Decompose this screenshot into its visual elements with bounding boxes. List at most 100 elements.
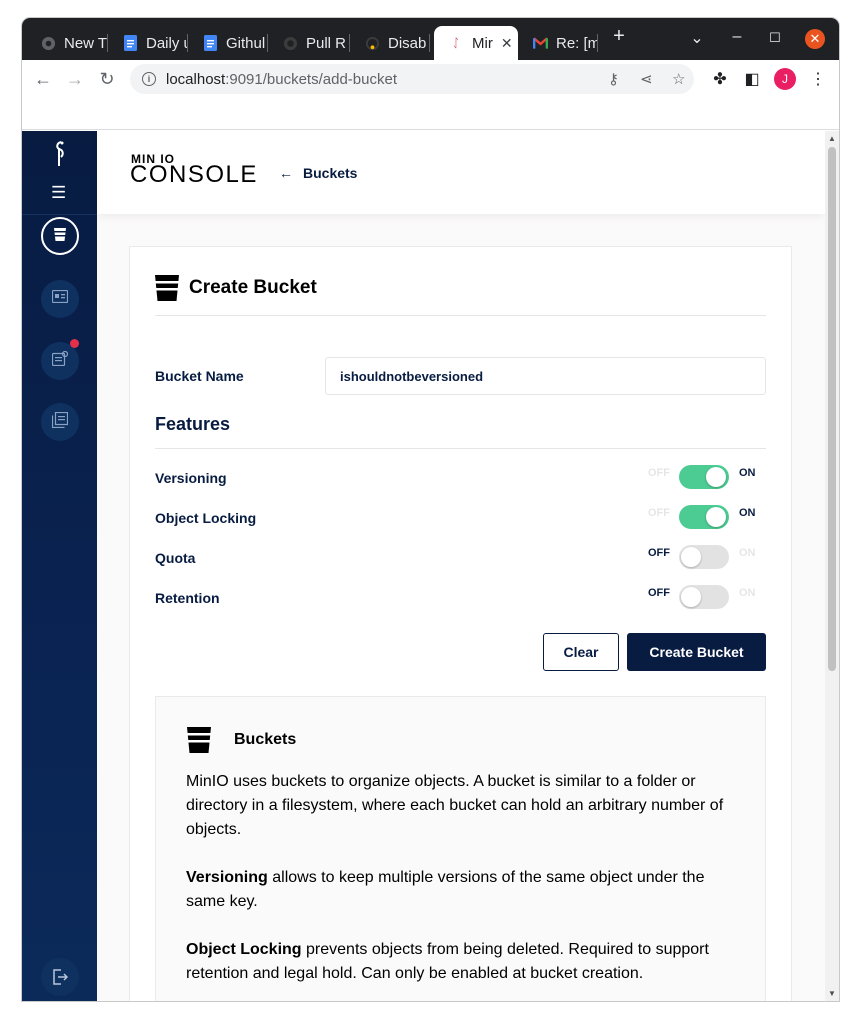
help-versioning-text: Versioning allows to keep multiple versi… — [186, 869, 705, 910]
back-to-buckets-link[interactable]: ← Buckets — [279, 165, 357, 181]
sidebar-divider — [22, 214, 97, 215]
sidebar-item-buckets[interactable] — [41, 217, 79, 255]
retention-label: Retention — [155, 590, 220, 606]
github-icon — [282, 35, 298, 51]
tab-title: Daily u — [146, 34, 188, 52]
features-divider — [155, 448, 766, 449]
tab-disable[interactable]: Disab — [350, 26, 430, 60]
retention-toggle-row: Retention OFF ON — [130, 585, 793, 611]
back-arrow-icon: ← — [279, 165, 293, 181]
features-heading: Features — [155, 414, 231, 434]
share-icon[interactable]: ⋖ — [640, 70, 653, 88]
menu-kebab-icon[interactable]: ⋮ — [808, 69, 828, 89]
sidebar-item-identity[interactable] — [41, 280, 79, 318]
new-tab-plus-icon[interactable]: + — [608, 25, 630, 48]
loading-icon — [364, 35, 380, 51]
tab-title: New T — [64, 34, 108, 52]
console-logo-text: CONSOLE — [130, 161, 258, 188]
toggle-off-label: OFF — [648, 507, 670, 519]
sidebar-item-documentation[interactable] — [41, 403, 79, 441]
site-info-icon[interactable]: i — [142, 72, 156, 86]
tab-pull-request[interactable]: Pull R — [268, 26, 350, 60]
tab-search-chevron-icon[interactable]: ⌄ — [686, 28, 708, 48]
versioning-label: Versioning — [155, 470, 227, 486]
window-close-icon[interactable]: ✕ — [805, 29, 825, 49]
quota-label: Quota — [155, 550, 196, 566]
help-title: Buckets — [186, 727, 296, 753]
toggle-on-label: ON — [739, 587, 756, 599]
id-card-icon — [51, 289, 69, 308]
retention-switch[interactable] — [679, 585, 729, 609]
side-panel-icon[interactable]: ◧ — [742, 69, 762, 89]
object-locking-label: Object Locking — [155, 510, 257, 526]
toggle-off-label: OFF — [648, 547, 670, 559]
documents-icon — [51, 411, 69, 433]
toggle-off-label: OFF — [648, 587, 670, 599]
scrollbar-thumb[interactable] — [828, 147, 836, 671]
docs-icon — [122, 35, 138, 51]
url-host: localhost — [166, 70, 226, 88]
close-tab-icon[interactable]: ✕ — [501, 35, 513, 52]
tab-title: Githul — [226, 34, 266, 52]
tab-strip: New T Daily u Githul Pull R Disab ᛇ Mir … — [22, 18, 839, 60]
forward-arrow-icon[interactable]: → — [64, 68, 86, 90]
minimize-icon[interactable]: – — [726, 28, 748, 46]
toggle-off-label: OFF — [648, 467, 670, 479]
tab-title: Re: [m — [556, 34, 598, 52]
page-title: Create Bucket — [155, 275, 317, 301]
chrome-icon — [40, 35, 56, 51]
bookmarks-bar — [22, 98, 839, 130]
notification-dot — [70, 339, 79, 348]
help-intro-text: MinIO uses buckets to organize objects. … — [186, 773, 724, 838]
create-bucket-panel: Create Bucket Bucket Name Features Versi… — [129, 246, 792, 1001]
tab-title: Mir — [472, 34, 493, 52]
profile-avatar[interactable]: J — [774, 68, 796, 90]
minio-bird-logo-icon — [52, 141, 68, 173]
help-box: Buckets MinIO uses buckets to organize o… — [155, 696, 766, 1001]
object-locking-switch[interactable] — [679, 505, 729, 529]
page-header: MIN IO CONSOLE ← Buckets — [97, 131, 825, 214]
tab-minio-active[interactable]: ᛇ Mir ✕ — [434, 26, 518, 60]
maximize-icon[interactable]: ☐ — [764, 30, 786, 46]
bookmark-star-icon[interactable]: ☆ — [672, 70, 685, 88]
tab-daily[interactable]: Daily u — [108, 26, 188, 60]
toggle-on-label: ON — [739, 547, 756, 559]
tab-github-doc[interactable]: Githul — [188, 26, 268, 60]
minio-icon: ᛇ — [452, 36, 460, 50]
help-locking-text: Object Locking prevents objects from bei… — [186, 941, 709, 982]
hamburger-menu-icon[interactable]: ☰ — [51, 183, 66, 203]
tab-title: Pull R — [306, 34, 347, 52]
logout-icon[interactable] — [41, 958, 79, 996]
create-bucket-button[interactable]: Create Bucket — [627, 633, 766, 671]
back-arrow-icon[interactable]: ← — [32, 68, 54, 90]
bucket-icon — [52, 226, 68, 247]
tab-new-tab[interactable]: New T — [26, 26, 108, 60]
bucket-name-label: Bucket Name — [155, 368, 244, 384]
tab-gmail[interactable]: Re: [m — [518, 26, 598, 60]
page-scrollbar[interactable]: ▲ ▼ — [825, 131, 839, 1001]
clear-button[interactable]: Clear — [543, 633, 619, 671]
tab-title: Disab — [388, 34, 427, 52]
gmail-icon — [532, 35, 548, 51]
notification-list-icon — [51, 350, 69, 371]
object-locking-toggle-row: Object Locking OFF ON — [130, 505, 793, 531]
minio-console-app: ☰ MIN IO CONSOLE ← Buckets Create Bucket… — [22, 131, 839, 1001]
url-path: :9091/buckets/add-bucket — [225, 70, 397, 88]
sidebar: ☰ — [22, 131, 97, 1001]
toggle-on-label: ON — [739, 467, 756, 479]
bucket-icon — [155, 275, 179, 301]
extensions-icon[interactable]: ✤ — [710, 69, 730, 89]
versioning-toggle-row: Versioning OFF ON — [130, 465, 793, 491]
versioning-switch[interactable] — [679, 465, 729, 489]
bucket-icon — [186, 727, 212, 753]
title-divider — [155, 315, 766, 316]
back-link-label: Buckets — [303, 165, 358, 181]
key-icon[interactable]: ⚷ — [608, 70, 619, 88]
scroll-up-icon[interactable]: ▲ — [828, 134, 836, 143]
scroll-down-icon[interactable]: ▼ — [828, 989, 836, 998]
bucket-name-input[interactable] — [325, 357, 766, 395]
browser-window: New T Daily u Githul Pull R Disab ᛇ Mir … — [22, 18, 839, 1001]
reload-icon[interactable]: ↻ — [96, 68, 118, 90]
toggle-on-label: ON — [739, 507, 756, 519]
quota-switch[interactable] — [679, 545, 729, 569]
